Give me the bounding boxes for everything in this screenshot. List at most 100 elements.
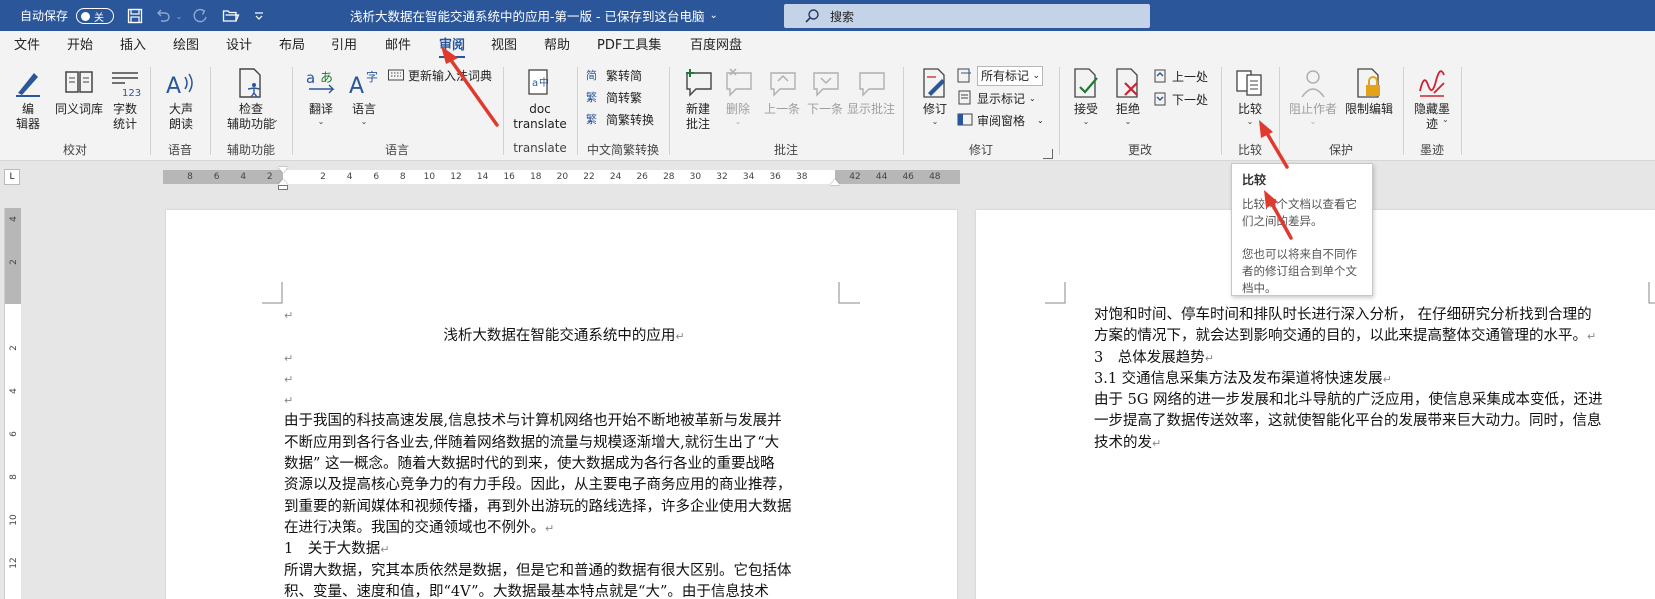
autosave-toggle[interactable]: 关 [76, 8, 114, 24]
tab-design[interactable]: 设计 [226, 31, 252, 61]
first-line-indent-marker[interactable] [278, 167, 288, 173]
tab-review[interactable]: 审阅 [439, 31, 466, 61]
reviewing-pane-dropdown-icon[interactable]: ⌄ [1037, 116, 1044, 125]
next-change-icon [1152, 91, 1168, 107]
reject-button[interactable]: 拒绝 ⌄ [1111, 66, 1145, 127]
hide-ink-dropdown-icon[interactable]: ⌄ [1442, 115, 1449, 125]
open-folder-icon[interactable] [222, 7, 240, 25]
right-indent-marker[interactable] [830, 179, 840, 185]
heading-3-1: 3.1 交通信息采集方法及发布渠道将快速发展↵ [1094, 369, 1655, 390]
editor-button[interactable]: 编 辑器 [12, 66, 44, 132]
left-indent-marker[interactable] [278, 185, 288, 190]
restrict-editing-button[interactable]: 限制编辑 [1339, 66, 1399, 117]
tracking-dialog-launcher-icon[interactable] [1043, 149, 1053, 159]
crop-mark-top-right [1648, 282, 1655, 304]
group-translate-label: translate [513, 141, 567, 155]
search-box[interactable]: 搜索 [784, 4, 1150, 28]
vertical-ruler-tick-label: 8 [9, 474, 19, 480]
undo-icon[interactable] [154, 7, 172, 25]
accept-button[interactable]: 接受 ⌄ [1069, 66, 1103, 127]
block-authors-dropdown-icon[interactable]: ⌄ [1310, 117, 1317, 127]
tab-layout[interactable]: 布局 [279, 31, 305, 61]
ruler-bar: L 8 6 4 2 2 4 6 8 10 12 14 16 18 20 22 24 26 28 30 32 34 36 38… [0, 161, 1655, 192]
compare-icon [1233, 66, 1267, 100]
show-markup-button[interactable]: 显示标记 ⌄ [957, 88, 1036, 108]
markup-select-value: 所有标记 [981, 69, 1030, 83]
show-comments-button[interactable]: 显示批注 [845, 66, 897, 117]
update-ime-dictionary-button[interactable]: 更新输入法词典 [388, 65, 492, 85]
previous-change-button[interactable]: 上一处 [1152, 66, 1208, 86]
save-icon[interactable] [126, 7, 144, 25]
language-dropdown-icon[interactable]: ⌄ [361, 117, 368, 127]
word-count-button[interactable]: 123 字数 统计 [108, 66, 142, 132]
delete-dropdown-icon[interactable]: ⌄ [735, 117, 742, 127]
vertical-ruler[interactable]: 4 2 2 4 6 8 10 12 [4, 208, 21, 599]
vertical-ruler-tick-label: 4 [9, 216, 19, 222]
next-comment-button[interactable]: 下一条 [803, 66, 847, 117]
track-changes-dropdown-icon[interactable]: ⌄ [932, 117, 939, 127]
show-markup-label: 显示标记 [977, 91, 1026, 106]
chinese-conversion-button[interactable]: 繁 简繁转换 [586, 109, 654, 129]
read-aloud-button[interactable]: A 大声 朗读 [164, 66, 198, 132]
svg-text:a: a [306, 69, 315, 87]
title-dropdown-icon[interactable]: ⌄ [709, 10, 717, 21]
page-1-body[interactable]: ↵ 浅析大数据在智能交通系统中的应用↵ ↵ ↵ ↵ 由于我国的科技高速发展,信息… [284, 305, 844, 599]
language-button[interactable]: A字 语言 ⌄ [347, 66, 381, 127]
undo-dropdown-icon[interactable]: ⌄ [174, 7, 184, 25]
compare-button[interactable]: 比较 ⌄ [1233, 66, 1267, 127]
tab-draw[interactable]: 绘图 [173, 31, 199, 61]
group-separator [1461, 67, 1462, 155]
markup-select[interactable]: 所有标记 ⌄ [977, 66, 1043, 86]
ruler-tick-label: 26 [636, 172, 648, 182]
page-2-body[interactable]: 对饱和时间、停车时间和排队时长进行深入分析， 在仔细研究分析找到合理的 方案的情… [1094, 305, 1655, 454]
next-change-button[interactable]: 下一处 [1152, 89, 1208, 109]
tab-help[interactable]: 帮助 [544, 31, 570, 61]
tab-view[interactable]: 视图 [491, 31, 517, 61]
tooltip-description: 比较两个文档以查看它们之间的差异。 [1242, 197, 1357, 228]
group-speech-label: 语音 [167, 143, 192, 157]
redo-icon[interactable] [192, 7, 210, 25]
track-changes-button[interactable]: 修订 ⌄ [918, 66, 952, 127]
tab-references[interactable]: 引用 [331, 31, 357, 61]
previous-comment-label: 上一条 [763, 102, 800, 116]
ruler-tick-label: 48 [929, 172, 941, 182]
vertical-ruler-tick-label: 6 [9, 431, 19, 437]
translate-dropdown-icon[interactable]: ⌄ [318, 117, 325, 127]
group-comments-label: 批注 [773, 143, 798, 157]
show-markup-dropdown-icon[interactable]: ⌄ [1029, 94, 1036, 103]
traditional-to-simplified-button[interactable]: 简 繁转简 [586, 65, 642, 85]
tab-selector[interactable]: L [4, 169, 20, 185]
ruler-tick-label: 6 [213, 172, 220, 182]
tab-mailings[interactable]: 邮件 [385, 31, 411, 61]
block-authors-button[interactable]: 阻止作者 ⌄ [1283, 66, 1343, 127]
compare-dropdown-icon[interactable]: ⌄ [1247, 117, 1254, 127]
page-1[interactable]: ↵ 浅析大数据在智能交通系统中的应用↵ ↵ ↵ ↵ 由于我国的科技高速发展,信息… [166, 210, 957, 599]
reject-dropdown-icon[interactable]: ⌄ [1125, 117, 1132, 127]
tab-file[interactable]: 文件 [14, 31, 40, 61]
tab-home[interactable]: 开始 [67, 31, 93, 61]
translate-button[interactable]: aあ 翻译 ⌄ [304, 66, 338, 127]
thesaurus-button[interactable]: 同义词库 [50, 66, 108, 117]
document-title[interactable]: 浅析大数据在智能交通系统中的应用-第一版 - 已保存到这台电脑 ⌄ [350, 0, 718, 31]
reviewing-pane-button[interactable]: 审阅窗格 ⌄ [957, 110, 1044, 130]
tab-insert[interactable]: 插入 [120, 31, 146, 61]
new-comment-button[interactable]: 新建 批注 [681, 66, 715, 132]
paragraph-mark-icon: ↵ [284, 309, 294, 322]
text-line: 所谓大数据，究其本质依然是数据，但是它和普通的数据有很大区别。它包括体 [284, 562, 792, 579]
tab-baidu-netdisk[interactable]: 百度网盘 [690, 31, 742, 61]
previous-change-label: 上一处 [1172, 69, 1209, 84]
accept-dropdown-icon[interactable]: ⌄ [1083, 117, 1090, 127]
paragraph-mark-icon: ↵ [284, 351, 294, 365]
read-aloud-label: 大声 朗读 [168, 102, 193, 131]
tab-pdf-tools[interactable]: PDF工具集 [597, 31, 661, 61]
customize-qat-icon[interactable] [250, 7, 268, 25]
accessibility-dropdown-icon[interactable]: ⌄ [272, 115, 279, 125]
previous-comment-button[interactable]: 上一条 [760, 66, 804, 117]
simplified-to-traditional-button[interactable]: 繁 简转繁 [586, 87, 642, 107]
doc-translate-button[interactable]: a中 doc translate [512, 66, 568, 132]
group-ink-label: 墨迹 [1419, 143, 1444, 157]
accept-icon [1069, 66, 1103, 100]
ruler-tick-label: 2 [266, 172, 273, 182]
delete-comment-button[interactable]: 删除 ⌄ [721, 66, 755, 127]
accept-label: 接受 [1073, 102, 1098, 116]
